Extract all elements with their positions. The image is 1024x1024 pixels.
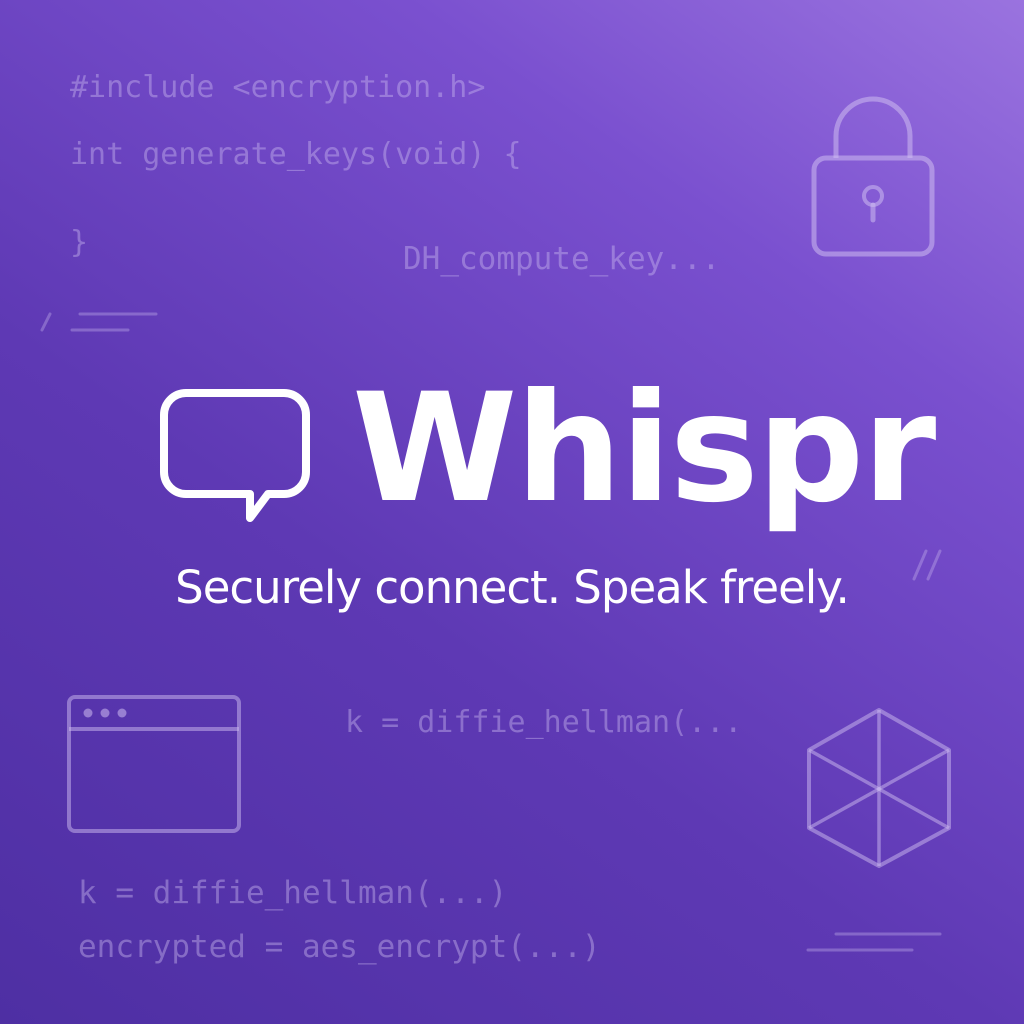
tagline: Securely connect. Speak freely.	[175, 561, 850, 614]
dash-decoration-left	[40, 312, 158, 332]
code-include-line: #include <encryption.h>	[70, 70, 486, 105]
app-name: Whispr	[352, 362, 936, 536]
padlock-icon	[811, 96, 935, 257]
code-aes-line: encrypted = aes_encrypt(...)	[78, 929, 601, 965]
code-diffie-bottom: k = diffie_hellman(...)	[78, 875, 508, 911]
code-closing-brace: }	[70, 225, 89, 260]
chat-bubble-icon	[160, 389, 310, 522]
code-diffie-mid: k = diffie_hellman(...	[345, 705, 743, 740]
dash-decoration-bottom-right	[806, 932, 942, 952]
browser-window-icon	[67, 695, 241, 833]
code-function-line: int generate_keys(void) {	[70, 137, 522, 172]
hexagon-cube-icon	[807, 708, 951, 868]
brand-header: Whispr	[0, 370, 1024, 550]
code-dh-compute: DH_compute_key...	[403, 241, 721, 277]
